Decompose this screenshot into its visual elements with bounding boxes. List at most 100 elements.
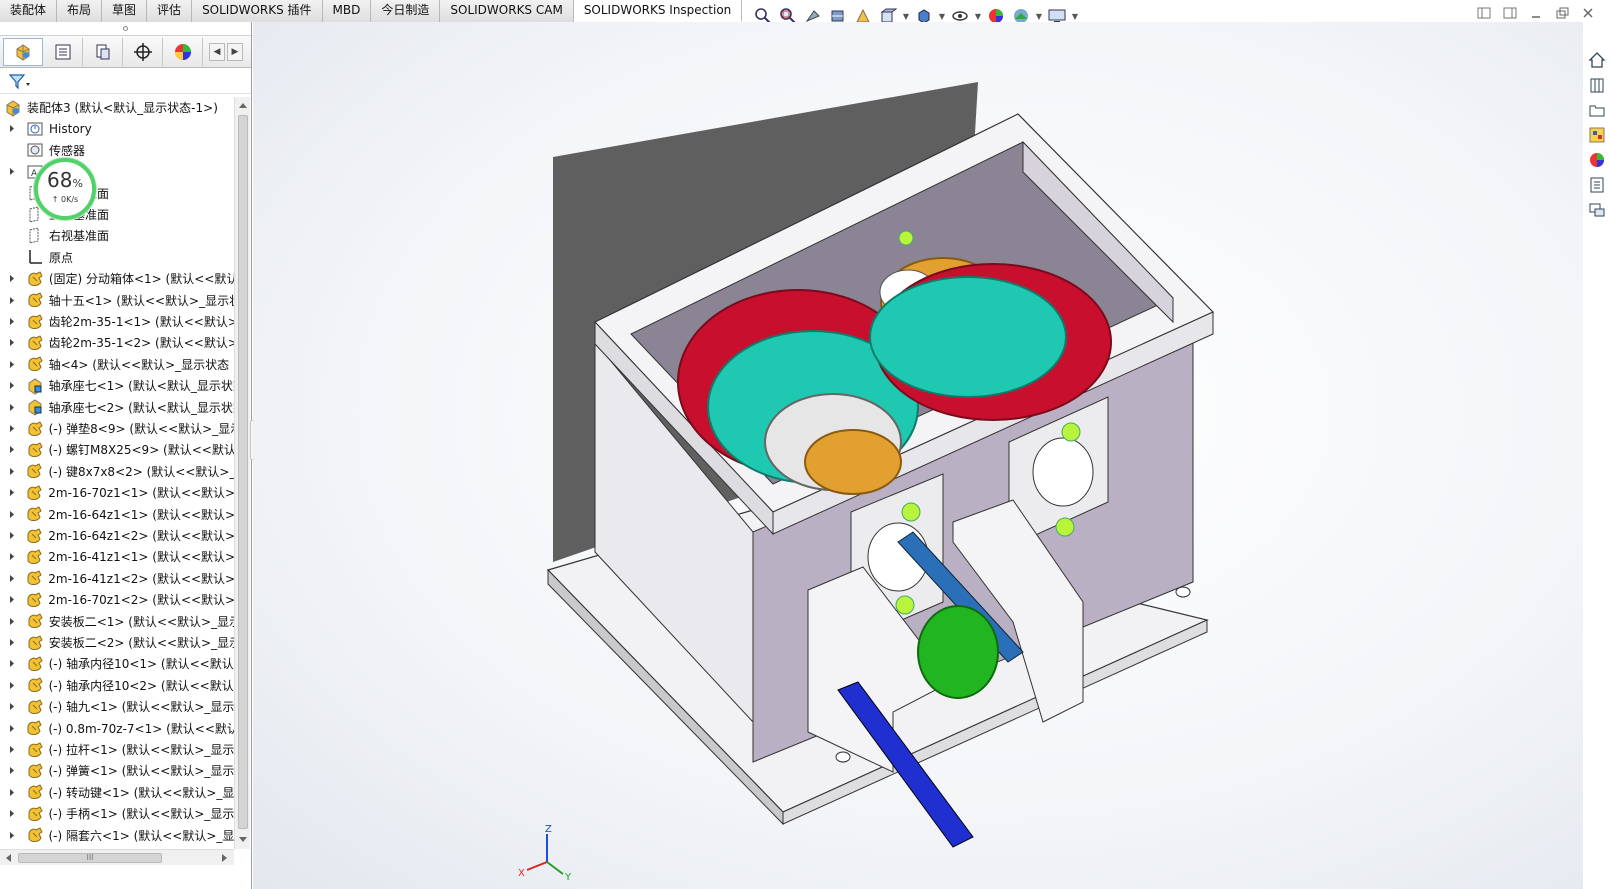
expand-arrow-icon[interactable] [8, 745, 16, 755]
tab-5[interactable]: MBD [322, 0, 372, 22]
tile-left-icon[interactable] [1476, 6, 1492, 20]
tab-7[interactable]: SOLIDWORKS CAM [440, 0, 574, 22]
expand-arrow-icon[interactable] [8, 787, 16, 797]
tab-0[interactable]: 装配体 [0, 0, 58, 22]
tree-item[interactable]: 2m-16-41z1<2> (默认<<默认>_显 [0, 568, 234, 589]
tree-item[interactable]: (-) 转动键<1> (默认<<默认>_显示 [0, 782, 234, 803]
tree-item[interactable]: (-) 隔套六<1> (默认<<默认>_显示 [0, 825, 234, 846]
tree-horizontal-scrollbar[interactable]: III [0, 849, 234, 865]
tree-item[interactable]: 轴<4> (默认<<默认>_显示状态 1 [0, 354, 234, 375]
panel-grip[interactable] [0, 22, 251, 36]
tree-item[interactable]: (-) 螺钉M8X25<9> (默认<<默认> [0, 439, 234, 460]
expand-arrow-icon[interactable] [8, 402, 16, 412]
display-manager-tab[interactable] [163, 37, 203, 66]
tree-item[interactable]: 轴十五<1> (默认<<默认>_显示状 [0, 290, 234, 311]
design-library-icon[interactable] [1586, 75, 1608, 95]
expand-arrow-icon[interactable] [8, 317, 16, 327]
tree-item[interactable]: 2m-16-64z1<1> (默认<<默认>_显 [0, 504, 234, 525]
tree-item[interactable]: (-) 轴九<1> (默认<<默认>_显示状 [0, 696, 234, 717]
tree-item[interactable]: 轴承座七<1> (默认<默认_显示状态 [0, 375, 234, 396]
tree-item[interactable]: (-) 轴承内径10<2> (默认<<默认> [0, 675, 234, 696]
tree-item[interactable]: 原点 [0, 247, 234, 268]
dimxpert-manager-tab[interactable] [123, 37, 163, 66]
expand-arrow-icon[interactable] [8, 381, 16, 391]
graphics-area[interactable]: Z X Y [253, 22, 1583, 889]
tree-item[interactable]: History [0, 118, 234, 139]
expand-arrow-icon[interactable] [8, 595, 15, 605]
tree-item[interactable]: (-) 拉杆<1> (默认<<默认>_显示状 [0, 739, 234, 760]
tree-vertical-scrollbar[interactable] [234, 97, 250, 849]
expand-arrow-icon[interactable] [8, 723, 15, 733]
restore-icon[interactable] [1554, 6, 1570, 20]
minimize-icon[interactable] [1528, 6, 1544, 20]
expand-arrow-icon[interactable] [8, 338, 16, 348]
tree-item[interactable]: 右视基准面 [0, 225, 234, 246]
expand-arrow-icon[interactable] [8, 359, 16, 369]
chevron-down-icon[interactable]: ▼ [938, 12, 946, 21]
forum-icon[interactable] [1586, 200, 1608, 220]
tree-item[interactable]: (-) 弹簧<1> (默认<<默认>_显示状 [0, 760, 234, 781]
chevron-down-icon[interactable]: ▼ [974, 12, 982, 21]
chevron-down-icon[interactable]: ▼ [1071, 12, 1079, 21]
hscroll-thumb[interactable]: III [18, 853, 162, 863]
tree-item[interactable]: 齿轮2m-35-1<2> (默认<<默认>_ [0, 332, 234, 353]
tab-4[interactable]: SOLIDWORKS 插件 [192, 0, 323, 22]
custom-properties-icon[interactable] [1586, 175, 1608, 195]
scroll-left-icon[interactable] [3, 853, 13, 863]
tree-item[interactable]: 轴承座七<2> (默认<默认_显示状态 [0, 397, 234, 418]
expand-arrow-icon[interactable] [8, 295, 16, 305]
scroll-down-icon[interactable] [238, 835, 248, 845]
tree-item[interactable]: (-) 0.8m-70z-7<1> (默认<<默认> [0, 718, 234, 739]
expand-arrow-icon[interactable] [8, 274, 16, 284]
expand-arrow-icon[interactable] [8, 509, 15, 519]
tree-item[interactable]: 2m-16-41z1<1> (默认<<默认>_显 [0, 546, 234, 567]
tree-item[interactable]: (-) 手柄<1> (默认<<默认>_显示状 [0, 803, 234, 824]
expand-arrow-icon[interactable] [8, 702, 16, 712]
expand-arrow-icon[interactable] [8, 573, 15, 583]
expand-arrow-icon[interactable] [8, 809, 16, 819]
tab-2[interactable]: 草图 [102, 0, 148, 22]
filter-icon[interactable] [8, 72, 32, 90]
tree-item[interactable]: 安装板二<1> (默认<<默认>_显示 [0, 611, 234, 632]
tree-item[interactable]: 2m-16-70z1<2> (默认<<默认>_显 [0, 589, 234, 610]
tab-6[interactable]: 今日制造 [371, 0, 441, 22]
network-meter-widget[interactable]: 68% ↑ 0K/s [34, 158, 96, 220]
chevron-down-icon[interactable]: ▼ [1035, 12, 1043, 21]
property-manager-tab[interactable] [43, 37, 83, 66]
tab-1[interactable]: 布局 [57, 0, 103, 22]
feature-manager-tab[interactable] [3, 37, 43, 66]
home-icon[interactable] [1586, 50, 1608, 70]
expand-arrow-icon[interactable] [8, 466, 15, 476]
tree-item[interactable]: 传感器 [0, 140, 234, 161]
appearances-icon[interactable] [1586, 150, 1608, 170]
tree-item[interactable]: 齿轮2m-35-1<1> (默认<<默认>_ [0, 311, 234, 332]
tree-filter[interactable] [0, 68, 251, 94]
view-palette-icon[interactable] [1586, 125, 1608, 145]
scroll-thumb[interactable] [238, 115, 248, 829]
expand-arrow-icon[interactable] [8, 445, 16, 455]
tree-item[interactable]: 上视基准面 [0, 204, 234, 225]
expand-arrow-icon[interactable] [8, 552, 15, 562]
expand-arrow-icon[interactable] [8, 124, 16, 134]
tree-item[interactable]: (固定) 分动箱体<1> (默认<<默认 [0, 268, 234, 289]
expand-arrow-icon[interactable] [8, 659, 16, 669]
expand-arrow-icon[interactable] [8, 766, 16, 776]
tree-item[interactable]: (-) 轴承内径10<1> (默认<<默认> [0, 653, 234, 674]
tree-item[interactable]: (-) 弹垫8<9> (默认<<默认>_显示 [0, 418, 234, 439]
tree-root[interactable]: 装配体3 (默认<默认_显示状态-1>) [0, 97, 234, 118]
gearbox-model[interactable] [253, 22, 1583, 889]
expand-arrow-icon[interactable] [8, 680, 16, 690]
expand-arrow-icon[interactable] [8, 424, 16, 434]
tab-8[interactable]: SOLIDWORKS Inspection [573, 0, 743, 22]
expand-arrow-icon[interactable] [8, 167, 16, 177]
expand-arrow-icon[interactable] [8, 830, 16, 840]
chevron-down-icon[interactable]: ▼ [902, 12, 910, 21]
configuration-manager-tab[interactable] [83, 37, 123, 66]
scroll-up-icon[interactable] [238, 100, 248, 110]
tree-item[interactable]: 安装板二<2> (默认<<默认>_显示 [0, 632, 234, 653]
tab-scroll-left-icon[interactable]: ◀ [209, 42, 225, 61]
expand-arrow-icon[interactable] [8, 638, 16, 648]
file-explorer-icon[interactable] [1586, 100, 1608, 120]
tab-scroll-right-icon[interactable]: ▶ [227, 42, 243, 61]
tree-item[interactable]: 2m-16-70z1<1> (默认<<默认>_显 [0, 482, 234, 503]
